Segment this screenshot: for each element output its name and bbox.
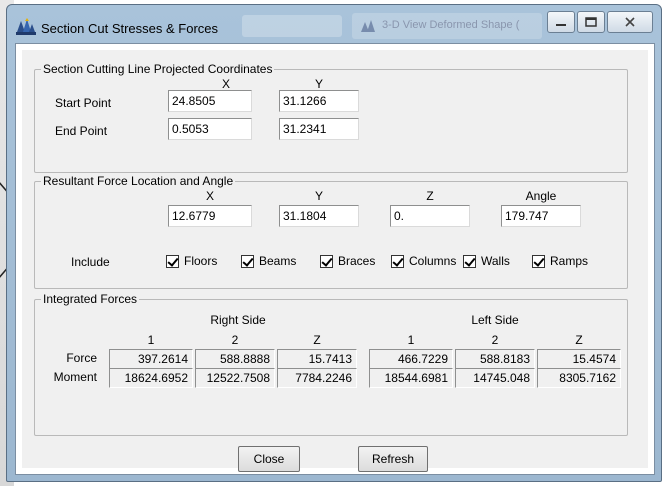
force-right-2: 588.8888 [195,349,275,369]
checkbox-checked-icon [241,254,254,268]
force-right-1: 397.2614 [109,349,193,369]
force-right-z: 15.7413 [277,349,357,369]
walls-checkbox-label: Walls [481,254,510,268]
maximize-icon [585,17,597,27]
close-button[interactable]: Close [238,446,300,472]
resultant-group-title: Resultant Force Location and Angle [41,174,236,188]
floors-checkbox-label: Floors [184,254,218,268]
resultant-x-input[interactable] [168,205,252,227]
braces-checkbox[interactable]: Braces [320,254,375,268]
title-bar[interactable]: Section Cut Stresses & Forces 3-D View D… [7,5,661,43]
force-left-z: 15.4574 [537,349,621,369]
col-header-right-1: 1 [147,333,155,347]
columns-checkbox[interactable]: Columns [391,254,456,268]
include-label: Include [71,255,110,269]
minimize-icon [556,24,566,26]
col-header-right-2: 2 [231,333,239,347]
background-taskbar-ghost [242,15,342,37]
checkbox-checked-icon [166,254,179,268]
integrated-forces-group: Integrated Forces Right Side Left Side 1… [34,292,628,436]
maximize-button[interactable] [577,11,605,33]
checkbox-checked-icon [391,254,404,268]
force-left-1: 466.7229 [369,349,453,369]
section-cut-dialog: Section Cut Stresses & Forces 3-D View D… [6,4,662,482]
resultant-y-input[interactable] [279,205,359,227]
start-point-label: Start Point [55,96,112,110]
moment-row-label: Moment [53,370,97,384]
end-x-input[interactable] [168,118,252,140]
moment-right-1: 18624.6952 [109,368,193,388]
col-header-left-z: Z [575,333,583,347]
col-header-left-1: 1 [407,333,415,347]
force-left-2: 588.8183 [455,349,535,369]
columns-checkbox-label: Columns [409,254,457,268]
checkbox-checked-icon [463,254,476,268]
close-window-button[interactable] [607,11,653,33]
right-side-header: Right Side [210,313,266,327]
cutting-y-header: Y [314,77,323,91]
ghost-app-icon [361,20,375,32]
beams-checkbox[interactable]: Beams [241,254,296,268]
col-header-right-z: Z [313,333,321,347]
walls-checkbox[interactable]: Walls [463,254,510,268]
resultant-z-input[interactable] [390,205,470,227]
background-window-ghost: 3-D View Deformed Shape ( [352,13,542,39]
beams-checkbox-label: Beams [259,254,297,268]
cutting-x-header: X [221,77,230,91]
moment-left-2: 14745.048 [455,368,535,388]
moment-left-z: 8305.7162 [537,368,621,388]
resultant-force-group: Resultant Force Location and Angle X Y Z… [34,174,628,289]
resultant-angle-input[interactable] [501,205,581,227]
ramps-checkbox[interactable]: Ramps [532,254,588,268]
checkbox-checked-icon [320,254,333,268]
moment-right-z: 7784.2246 [277,368,357,388]
force-row-label: Force [66,351,97,365]
minimize-button[interactable] [547,11,575,33]
background-window-title: 3-D View Deformed Shape ( [382,19,520,31]
braces-checkbox-label: Braces [338,254,376,268]
col-header-left-2: 2 [491,333,499,347]
end-point-label: End Point [55,124,108,138]
ramps-checkbox-label: Ramps [550,254,589,268]
resultant-y-header: Y [314,189,323,203]
moment-left-1: 18544.6981 [369,368,453,388]
resultant-x-header: X [205,189,214,203]
floors-checkbox[interactable]: Floors [166,254,217,268]
window-title: Section Cut Stresses & Forces [41,21,219,36]
start-y-input[interactable] [279,90,359,112]
dialog-client-frame: Section Cutting Line Projected Coordinat… [15,43,655,475]
resultant-z-header: Z [426,189,434,203]
checkbox-checked-icon [532,254,545,268]
cutting-line-group: Section Cutting Line Projected Coordinat… [34,62,628,173]
integrated-group-title: Integrated Forces [41,292,140,306]
dialog-body: Section Cutting Line Projected Coordinat… [22,50,648,472]
start-x-input[interactable] [168,90,252,112]
resultant-angle-header: Angle [525,189,557,203]
refresh-button[interactable]: Refresh [358,446,428,472]
left-side-header: Left Side [471,313,519,327]
app-icon [16,18,36,35]
close-icon [625,17,635,27]
moment-right-2: 12522.7508 [195,368,275,388]
cutting-line-group-title: Section Cutting Line Projected Coordinat… [41,62,275,76]
end-y-input[interactable] [279,118,359,140]
